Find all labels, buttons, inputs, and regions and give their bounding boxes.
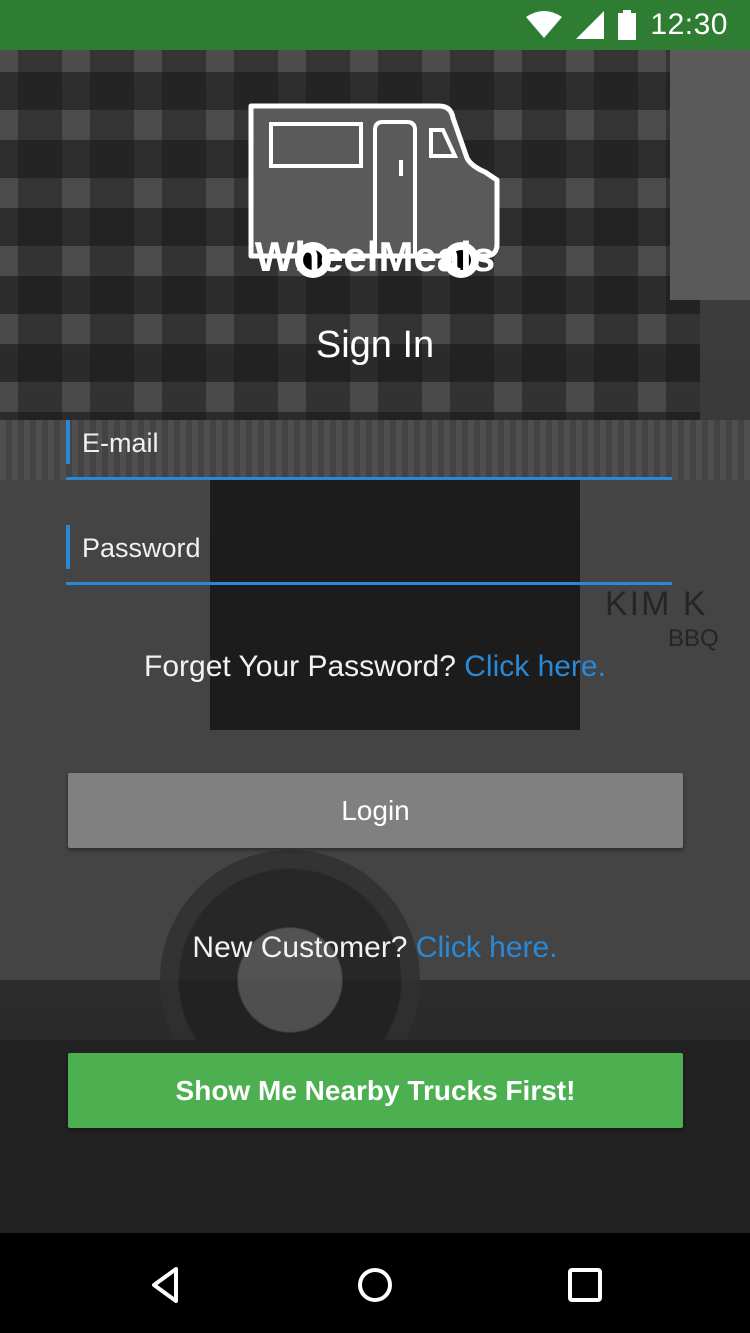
status-time: 12:30	[650, 8, 728, 41]
password-input[interactable]	[80, 527, 644, 569]
email-input[interactable]	[80, 422, 644, 464]
new-customer-text: New Customer?	[192, 931, 408, 964]
login-button[interactable]: Login	[68, 773, 683, 848]
forgot-password-link[interactable]: Click here.	[464, 650, 606, 683]
new-customer-row: New Customer? Click here.	[0, 931, 750, 965]
recents-icon[interactable]	[565, 1265, 605, 1305]
page-title: Sign In	[315, 324, 435, 366]
email-field[interactable]	[66, 420, 672, 480]
password-underline	[66, 582, 672, 585]
forgot-password-text: Forget Your Password?	[144, 650, 456, 683]
text-cursor	[66, 420, 70, 464]
email-underline	[66, 477, 672, 480]
wifi-icon	[526, 11, 563, 38]
home-icon[interactable]	[355, 1265, 395, 1305]
nearby-trucks-button[interactable]: Show Me Nearby Trucks First!	[68, 1053, 683, 1128]
new-customer-link[interactable]: Click here.	[416, 931, 558, 964]
cell-signal-icon	[576, 11, 605, 39]
app-name: WheelMeals	[254, 233, 496, 280]
status-bar: 12:30	[0, 0, 750, 50]
back-icon[interactable]	[146, 1265, 186, 1305]
password-field[interactable]	[66, 525, 672, 585]
sign-in-screen: KIM K BBQ WheelMeals Sign In Forget Your…	[0, 50, 750, 1233]
text-cursor	[66, 525, 70, 569]
navigation-bar	[0, 1233, 750, 1333]
forgot-password-row: Forget Your Password? Click here.	[0, 650, 750, 684]
battery-icon	[618, 10, 637, 40]
